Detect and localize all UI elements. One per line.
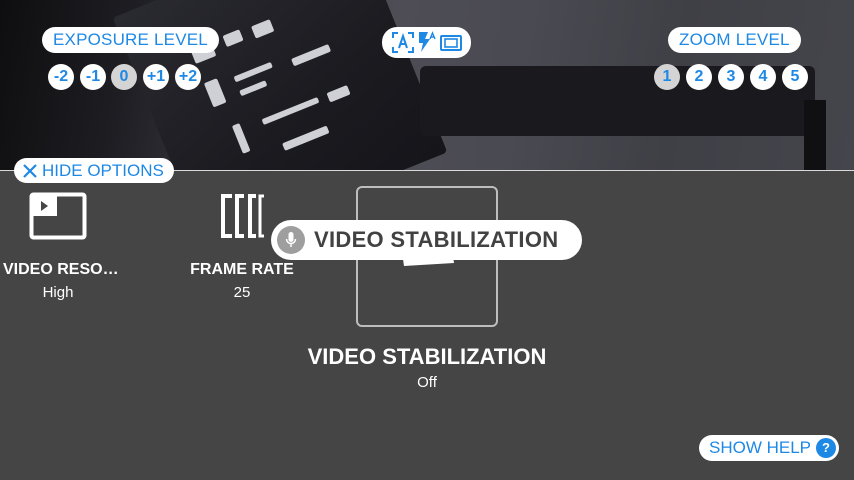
- zoom-3-button[interactable]: 3: [718, 64, 744, 90]
- hide-options-label: HIDE OPTIONS: [42, 161, 164, 180]
- flash-auto-icon[interactable]: [417, 31, 437, 53]
- exposure-plus-1-button[interactable]: +1: [143, 64, 169, 90]
- video-resolution-label: VIDEO RESO…: [3, 261, 119, 278]
- frame-rate-icon: [221, 194, 264, 238]
- zoom-2-button[interactable]: 2: [686, 64, 712, 90]
- exposure-level-label: EXPOSURE LEVEL: [42, 27, 219, 53]
- hide-options-button[interactable]: HIDE OPTIONS: [14, 158, 174, 183]
- video-stabilization-value: Off: [417, 374, 437, 391]
- exposure-minus-1-button[interactable]: -1: [80, 64, 106, 90]
- camera-mode-toolbar: [382, 27, 471, 58]
- aspect-ratio-icon[interactable]: [440, 34, 462, 52]
- zoom-4-button[interactable]: 4: [750, 64, 776, 90]
- help-icon: ?: [816, 438, 836, 458]
- voice-command-text: VIDEO STABILIZATION: [314, 227, 559, 252]
- close-icon: [23, 164, 37, 178]
- exposure-minus-2-button[interactable]: -2: [48, 64, 74, 90]
- show-help-label: SHOW HELP: [709, 438, 812, 457]
- zoom-1-button[interactable]: 1: [654, 64, 680, 90]
- microphone-icon: [277, 226, 305, 254]
- exposure-plus-2-button[interactable]: +2: [175, 64, 201, 90]
- auto-scene-icon[interactable]: [392, 32, 414, 53]
- show-help-button[interactable]: SHOW HELP ?: [699, 435, 839, 461]
- preview-panel-edge: [804, 100, 826, 171]
- frame-rate-label: FRAME RATE: [190, 261, 294, 278]
- video-resolution-value: High: [42, 284, 74, 301]
- frame-rate-value: 25: [233, 284, 251, 301]
- video-stabilization-label: VIDEO STABILIZATION: [307, 344, 547, 369]
- exposure-0-button[interactable]: 0: [111, 64, 137, 90]
- video-resolution-icon: [29, 192, 87, 240]
- voice-command-toast: VIDEO STABILIZATION: [271, 220, 582, 260]
- zoom-level-label: ZOOM LEVEL: [668, 27, 801, 53]
- zoom-5-button[interactable]: 5: [782, 64, 808, 90]
